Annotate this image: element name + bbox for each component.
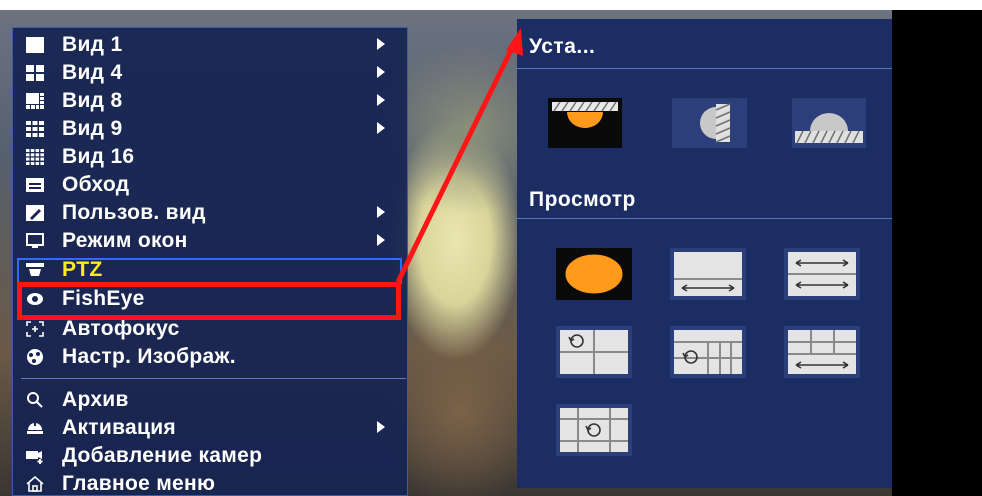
panorama-180-icon bbox=[670, 248, 746, 300]
add-camera-icon bbox=[26, 447, 44, 465]
grid-8-icon bbox=[26, 92, 44, 110]
submenu-arrow-icon bbox=[377, 234, 385, 246]
ceiling-mount-icon bbox=[548, 98, 622, 148]
grid-4-icon bbox=[26, 64, 44, 82]
menu-item-add-camera[interactable]: Добавление камер bbox=[13, 442, 409, 470]
panorama-plus-6-icon bbox=[784, 326, 860, 378]
submenu-arrow-icon bbox=[377, 206, 385, 218]
window-mode-icon bbox=[26, 232, 44, 250]
fisheye-plus-4-icon bbox=[556, 404, 632, 456]
panorama-plus-6-button[interactable] bbox=[784, 326, 860, 378]
panorama-360-button[interactable] bbox=[784, 248, 860, 300]
fisheye-plus-3-button[interactable] bbox=[556, 326, 632, 378]
menu-item-label: Главное меню bbox=[62, 472, 216, 495]
fisheye-plus-8-button[interactable] bbox=[670, 326, 746, 378]
fisheye-selection-frame bbox=[17, 282, 401, 320]
menu-item-activation[interactable]: Активация bbox=[13, 414, 409, 442]
submenu-arrow-icon bbox=[377, 38, 385, 50]
panorama-360-icon bbox=[784, 248, 860, 300]
grid-9-icon bbox=[26, 120, 44, 138]
search-icon bbox=[26, 391, 44, 409]
submenu-arrow-icon bbox=[377, 66, 385, 78]
menu-item-view-9[interactable]: Вид 9 bbox=[13, 115, 409, 143]
ptz-focus-frame bbox=[17, 258, 402, 284]
menu-item-label: Режим окон bbox=[62, 229, 188, 252]
menu-item-image-settings[interactable]: Настр. Изображ. bbox=[13, 343, 409, 371]
black-border bbox=[892, 10, 982, 496]
menu-item-window-mode[interactable]: Режим окон bbox=[13, 227, 409, 255]
ceiling-mount-button[interactable] bbox=[548, 98, 622, 148]
menu-item-label: Автофокус bbox=[62, 317, 180, 340]
image-settings-icon bbox=[26, 348, 44, 366]
menu-item-label: Настр. Изображ. bbox=[62, 345, 236, 368]
submenu-arrow-icon bbox=[377, 94, 385, 106]
submenu-arrow-icon bbox=[377, 421, 385, 433]
top-border bbox=[0, 0, 982, 10]
menu-item-view-4[interactable]: Вид 4 bbox=[13, 59, 409, 87]
wall-mount-icon bbox=[672, 98, 747, 148]
menu-item-main-menu[interactable]: Главное меню bbox=[13, 470, 409, 496]
menu-item-label: Пользов. вид bbox=[62, 201, 206, 224]
menu-item-label: Вид 1 bbox=[62, 33, 123, 56]
menu-item-label: Обход bbox=[62, 173, 130, 196]
fisheye-original-button[interactable] bbox=[556, 248, 632, 300]
menu-item-archive[interactable]: Архив bbox=[13, 386, 409, 414]
install-section-title: Уста... bbox=[529, 35, 596, 58]
ground-mount-button[interactable] bbox=[792, 98, 866, 148]
ground-mount-icon bbox=[792, 98, 866, 148]
menu-item-label: Вид 9 bbox=[62, 117, 123, 140]
submenu-arrow-icon bbox=[377, 122, 385, 134]
view-section-title: Просмотр bbox=[529, 188, 636, 211]
menu-item-tour[interactable]: Обход bbox=[13, 171, 409, 199]
autofocus-icon bbox=[26, 320, 44, 338]
section-divider bbox=[517, 68, 892, 69]
menu-item-label: Архив bbox=[62, 388, 129, 411]
menu-item-label: Вид 8 bbox=[62, 89, 123, 112]
panorama-180-button[interactable] bbox=[670, 248, 746, 300]
fisheye-original-icon bbox=[556, 248, 632, 300]
tour-icon bbox=[26, 176, 44, 194]
fisheye-plus-8-icon bbox=[670, 326, 746, 378]
fisheye-plus-3-icon bbox=[556, 326, 632, 378]
menu-divider bbox=[21, 378, 406, 379]
grid-16-icon bbox=[26, 148, 44, 166]
menu-item-view-8[interactable]: Вид 8 bbox=[13, 87, 409, 115]
grid-1-icon bbox=[26, 36, 44, 54]
menu-item-custom-view[interactable]: Пользов. вид bbox=[13, 199, 409, 227]
activation-icon bbox=[26, 419, 44, 437]
menu-item-view-16[interactable]: Вид 16 bbox=[13, 143, 409, 171]
menu-item-label: Вид 4 bbox=[62, 61, 123, 84]
menu-item-label: Активация bbox=[62, 416, 176, 439]
fisheye-plus-4-button[interactable] bbox=[556, 404, 632, 456]
section-divider bbox=[517, 218, 892, 219]
menu-item-label: Вид 16 bbox=[62, 145, 135, 168]
fisheye-panel: Уста... Просмотр bbox=[517, 19, 892, 488]
custom-view-icon bbox=[26, 204, 44, 222]
home-icon bbox=[26, 475, 44, 493]
menu-item-view-1[interactable]: Вид 1 bbox=[13, 31, 409, 59]
wall-mount-button[interactable] bbox=[672, 98, 747, 148]
menu-item-label: Добавление камер bbox=[62, 444, 263, 467]
